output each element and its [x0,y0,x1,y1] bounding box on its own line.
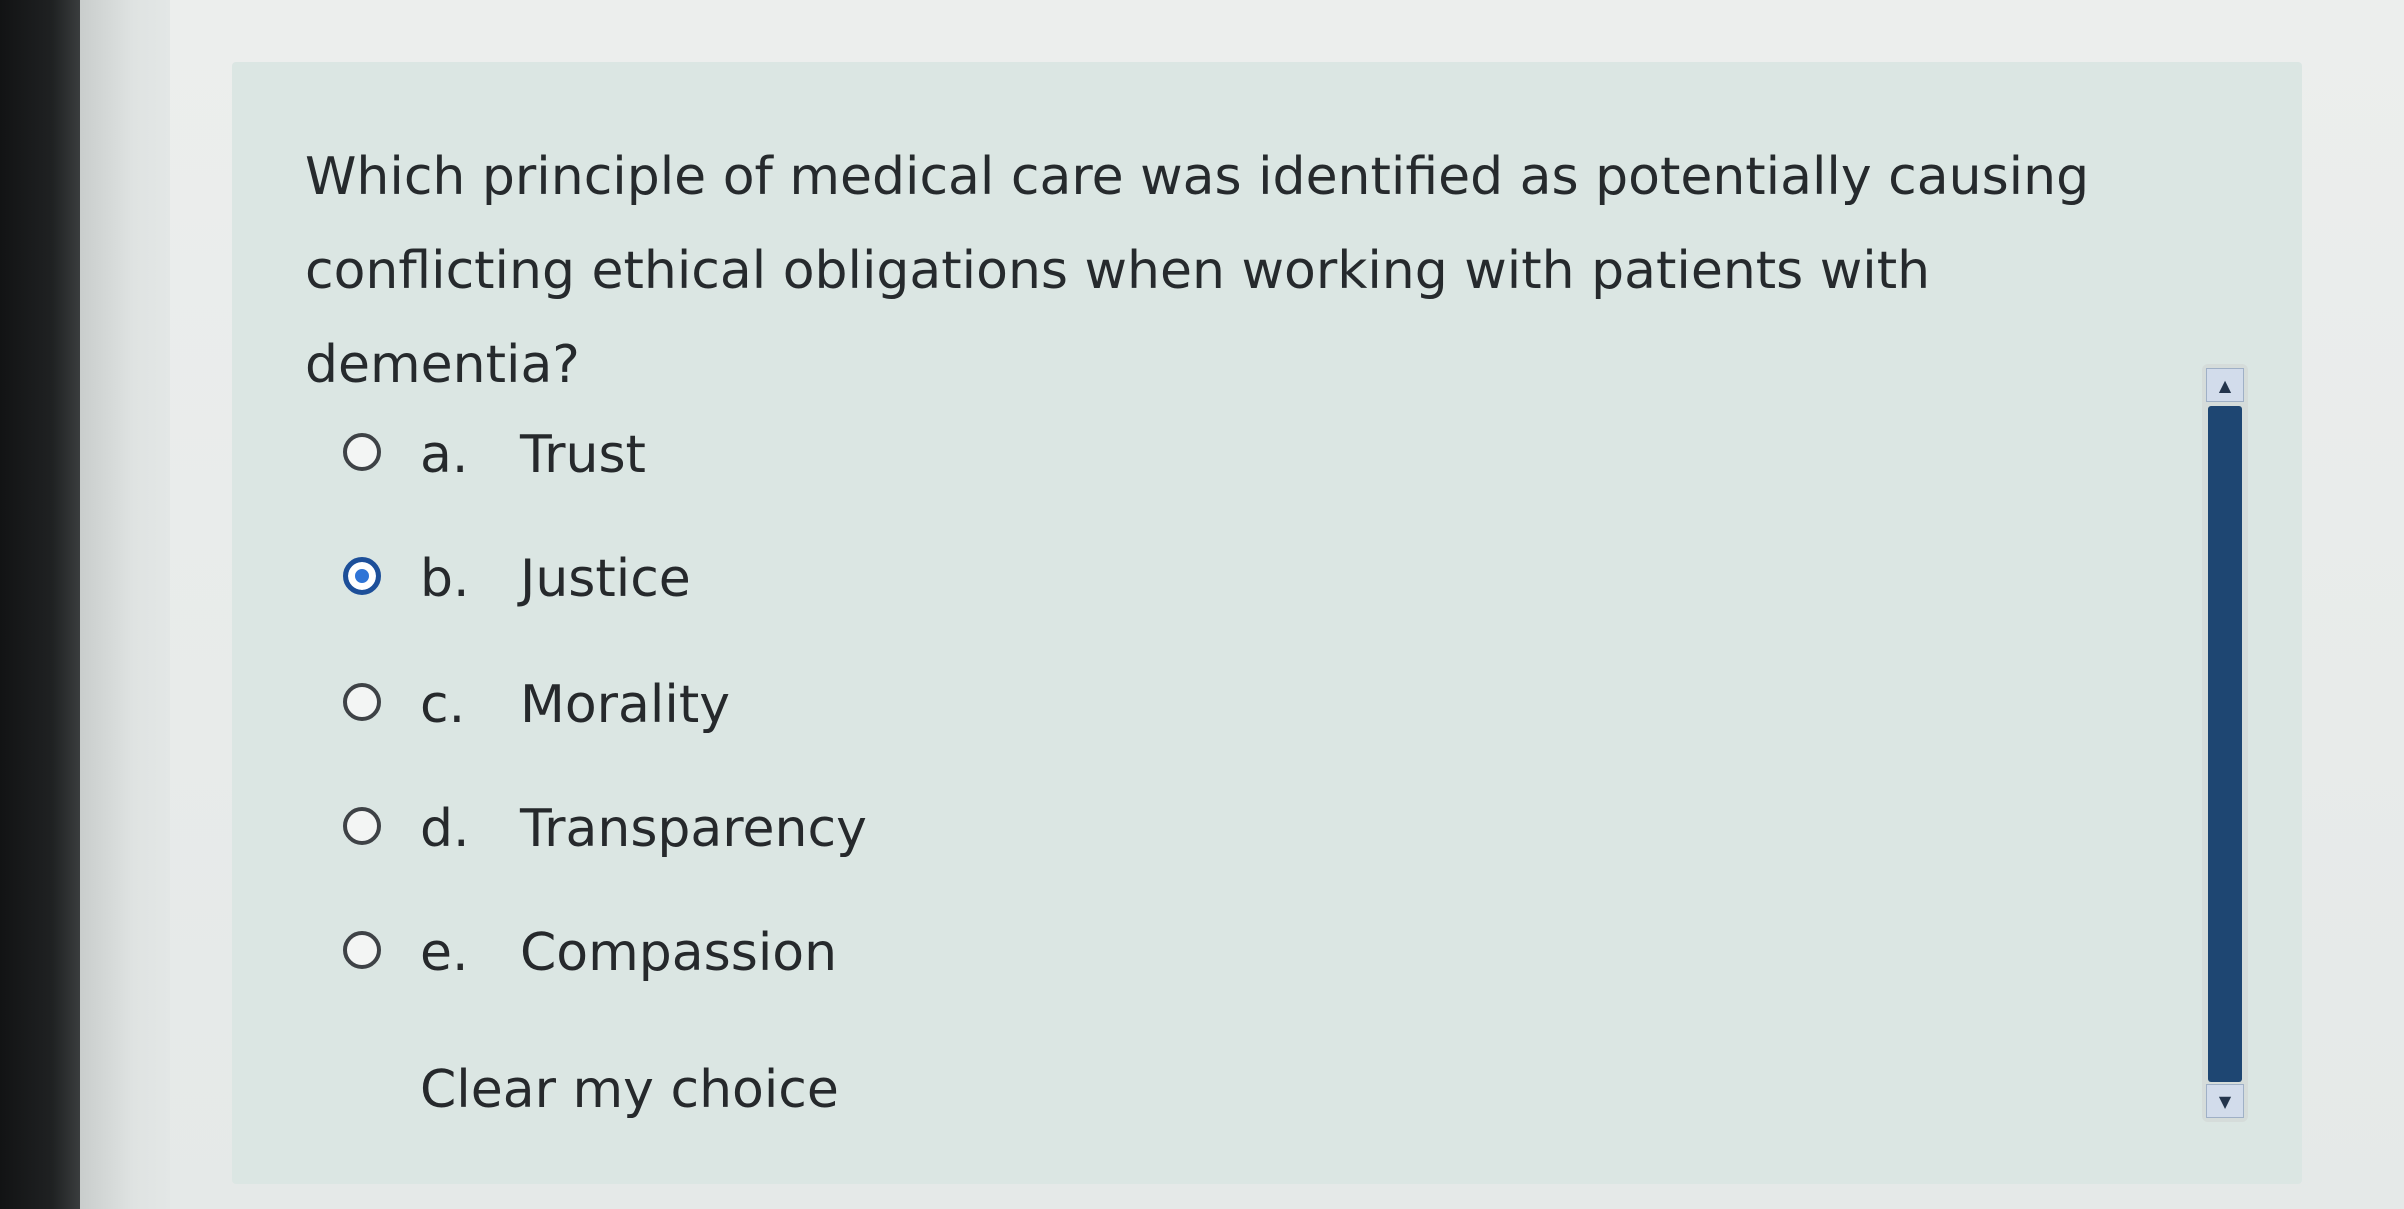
answer-option-d[interactable]: d. Transparency [335,784,1135,874]
answer-letter-c: c. [420,675,466,735]
answer-option-b[interactable]: b. Justice [335,534,1135,624]
triangle-up-icon: ▲ [2218,375,2232,395]
scroll-up-button[interactable]: ▲ [2206,368,2244,402]
radio-button-d[interactable] [343,807,381,845]
vertical-scrollbar[interactable]: ▲ ▼ [2202,364,2248,1122]
answer-label-c[interactable]: Morality [520,660,730,750]
answer-letter-e: e. [420,923,469,983]
scroll-thumb[interactable] [2208,406,2242,1082]
radio-button-b[interactable] [343,557,381,595]
question-text: Which principle of medical care was iden… [305,147,2090,395]
triangle-down-icon: ▼ [2218,1091,2232,1111]
answer-letter-d: d. [420,799,470,859]
clear-choice-link[interactable]: Clear my choice [420,1045,839,1135]
answer-option-a[interactable]: a. Trust [335,410,1135,500]
radio-button-e[interactable] [343,931,381,969]
scroll-down-button[interactable]: ▼ [2206,1084,2244,1118]
answer-letter-a: a. [420,425,469,485]
screen-edge [80,0,170,1209]
radio-button-c[interactable] [343,683,381,721]
answer-label-a[interactable]: Trust [520,410,646,500]
radio-button-a[interactable] [343,433,381,471]
answer-option-c[interactable]: c. Morality [335,660,1135,750]
answer-label-b[interactable]: Justice [520,534,691,624]
answer-option-e[interactable]: e. Compassion [335,908,1135,998]
answer-label-e[interactable]: Compassion [520,908,837,998]
monitor-bezel [0,0,80,1209]
answer-label-d[interactable]: Transparency [520,784,867,874]
answer-letter-b: b. [420,549,470,609]
